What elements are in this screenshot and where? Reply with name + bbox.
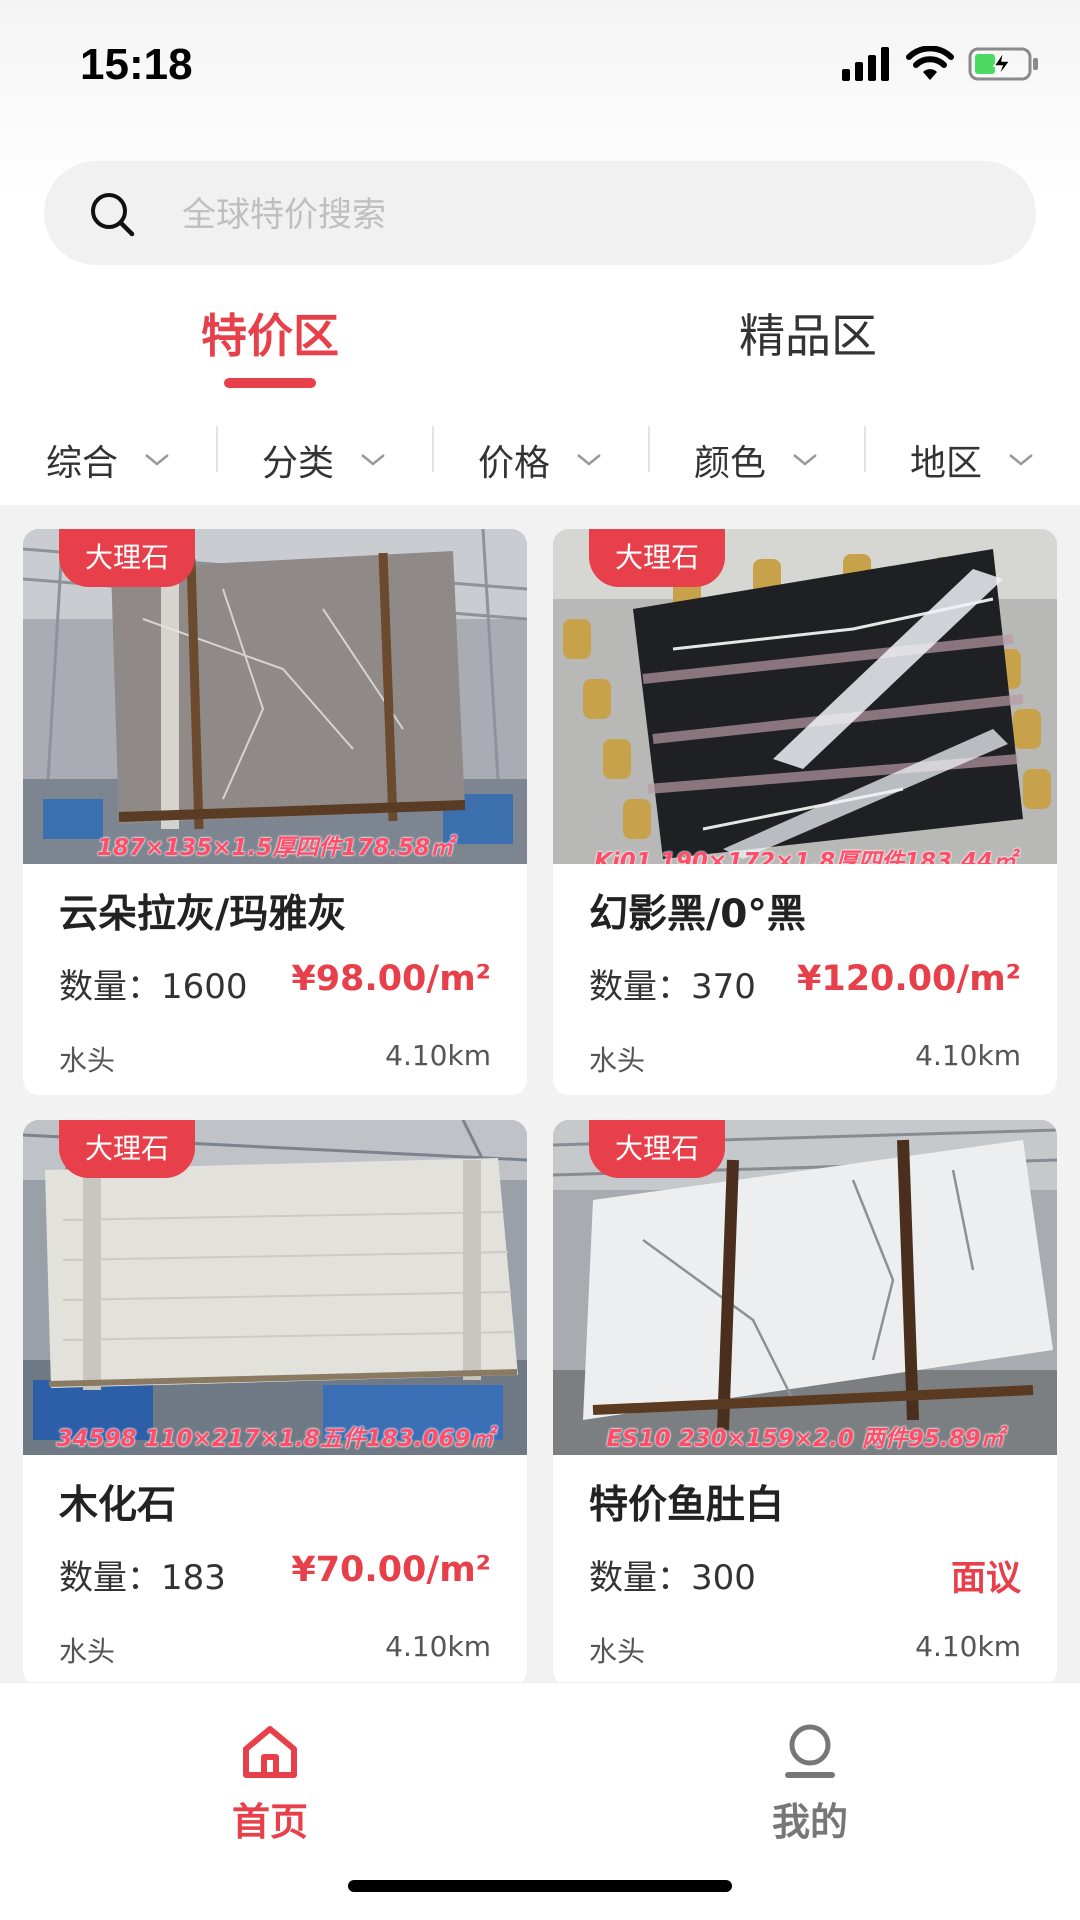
header-area: 15:18 全球特价搜索 特价区 精品区 综合 分类 价格 颜色 地区 (0, 0, 1080, 505)
search-icon (91, 193, 135, 237)
status-icons (840, 46, 1040, 82)
image-caption: ES10 230×159×2.0 两件95.89㎡ (606, 1426, 1004, 1452)
nav-profile[interactable]: 我的 (710, 1723, 910, 1846)
quantity-label: 数量： (59, 967, 161, 1007)
filter-category[interactable]: 分类 (216, 420, 432, 500)
product-distance: 4.10km (915, 1630, 1021, 1663)
category-badge: 大理石 (59, 529, 196, 587)
product-title: 幻影黑/0°黑 (589, 892, 806, 937)
category-badge: 大理石 (589, 1120, 726, 1178)
product-price: ¥98.00/m² (291, 959, 491, 999)
quantity-label: 数量： (589, 967, 691, 1007)
product-image: 大理石 34598 110×217×1.8五件183.069㎡ (23, 1120, 527, 1455)
nav-profile-label: 我的 (771, 1800, 848, 1844)
chevron-down-icon (1009, 454, 1033, 466)
nav-home[interactable]: 首页 (170, 1723, 370, 1846)
chevron-down-icon (793, 454, 817, 466)
chevron-down-icon (145, 454, 169, 466)
chevron-down-icon (361, 454, 385, 466)
product-quantity: 数量：370 (589, 959, 756, 1008)
product-quantity: 数量：1600 (59, 959, 248, 1008)
filter-region[interactable]: 地区 (864, 420, 1080, 500)
quantity-value: 183 (161, 1558, 226, 1598)
image-caption: Ki01 190×172×1.8厚四件183.44㎡ (594, 849, 1016, 864)
filter-label: 分类 (261, 443, 334, 484)
product-image: 大理石 187×135×1.5厚四件178.58㎡ (23, 529, 527, 864)
status-bar: 15:18 (0, 0, 1080, 130)
product-price: ¥120.00/m² (797, 959, 1021, 999)
product-image: 大理石 Ki01 190×172×1.8厚四件183.44㎡ (553, 529, 1057, 864)
product-price: ¥70.00/m² (291, 1550, 491, 1590)
product-location: 水头 (59, 1635, 116, 1668)
filter-bar: 综合 分类 价格 颜色 地区 (0, 420, 1080, 500)
quantity-value: 1600 (161, 967, 248, 1007)
wifi-icon (906, 46, 954, 80)
product-distance: 4.10km (385, 1039, 491, 1072)
active-tab-indicator (224, 378, 316, 388)
app-screen: 15:18 全球特价搜索 特价区 精品区 综合 分类 价格 颜色 地区 大理石 … (0, 0, 1080, 1920)
home-indicator (348, 1880, 732, 1892)
battery-icon (968, 47, 1038, 81)
image-caption: 187×135×1.5厚四件178.58㎡ (96, 835, 454, 861)
category-badge: 大理石 (589, 529, 726, 587)
product-distance: 4.10km (915, 1039, 1021, 1072)
category-badge: 大理石 (59, 1120, 196, 1178)
status-time: 15:18 (80, 40, 193, 89)
quantity-label: 数量： (589, 1558, 691, 1598)
product-quantity: 数量：183 (59, 1550, 226, 1599)
product-title: 木化石 (59, 1483, 177, 1528)
quantity-label: 数量： (59, 1558, 161, 1598)
product-card[interactable]: 大理石 Ki01 190×172×1.8厚四件183.44㎡ 幻影黑/0°黑 数… (553, 529, 1057, 1095)
product-quantity: 数量：300 (589, 1550, 756, 1599)
product-title: 特价鱼肚白 (589, 1483, 785, 1528)
filter-label: 地区 (909, 443, 982, 484)
chevron-down-icon (577, 454, 601, 466)
quantity-value: 370 (691, 967, 756, 1007)
product-card[interactable]: 大理石 187×135×1.5厚四件178.58㎡ 云朵拉灰/玛雅灰 数量：16… (23, 529, 527, 1095)
product-location: 水头 (589, 1044, 646, 1077)
search-input[interactable] (180, 184, 984, 246)
product-image: 大理石 ES10 230×159×2.0 两件95.89㎡ (553, 1120, 1057, 1455)
nav-home-label: 首页 (231, 1800, 308, 1844)
filter-label: 颜色 (693, 443, 766, 484)
product-title: 云朵拉灰/玛雅灰 (59, 892, 347, 937)
filter-price[interactable]: 价格 (432, 420, 648, 500)
home-icon (243, 1726, 297, 1778)
product-location: 水头 (589, 1635, 646, 1668)
filter-label: 综合 (45, 443, 118, 484)
tab-special-offer[interactable]: 特价区 (120, 300, 420, 366)
filter-color[interactable]: 颜色 (648, 420, 864, 500)
product-card[interactable]: 大理石 34598 110×217×1.8五件183.069㎡ 木化石 数量：1… (23, 1120, 527, 1686)
product-card[interactable]: 大理石 ES10 230×159×2.0 两件95.89㎡ 特价鱼肚白 数量：3… (553, 1120, 1057, 1686)
product-location: 水头 (59, 1044, 116, 1077)
quantity-value: 300 (691, 1558, 756, 1598)
filter-comprehensive[interactable]: 综合 (0, 420, 216, 500)
filter-label: 价格 (477, 443, 550, 484)
product-distance: 4.10km (385, 1630, 491, 1663)
signal-icon (842, 47, 889, 81)
image-caption: 34598 110×217×1.8五件183.069㎡ (56, 1426, 494, 1452)
profile-icon (785, 1724, 835, 1778)
product-price: 面议 (950, 1559, 1021, 1599)
tab-premium[interactable]: 精品区 (658, 300, 958, 366)
